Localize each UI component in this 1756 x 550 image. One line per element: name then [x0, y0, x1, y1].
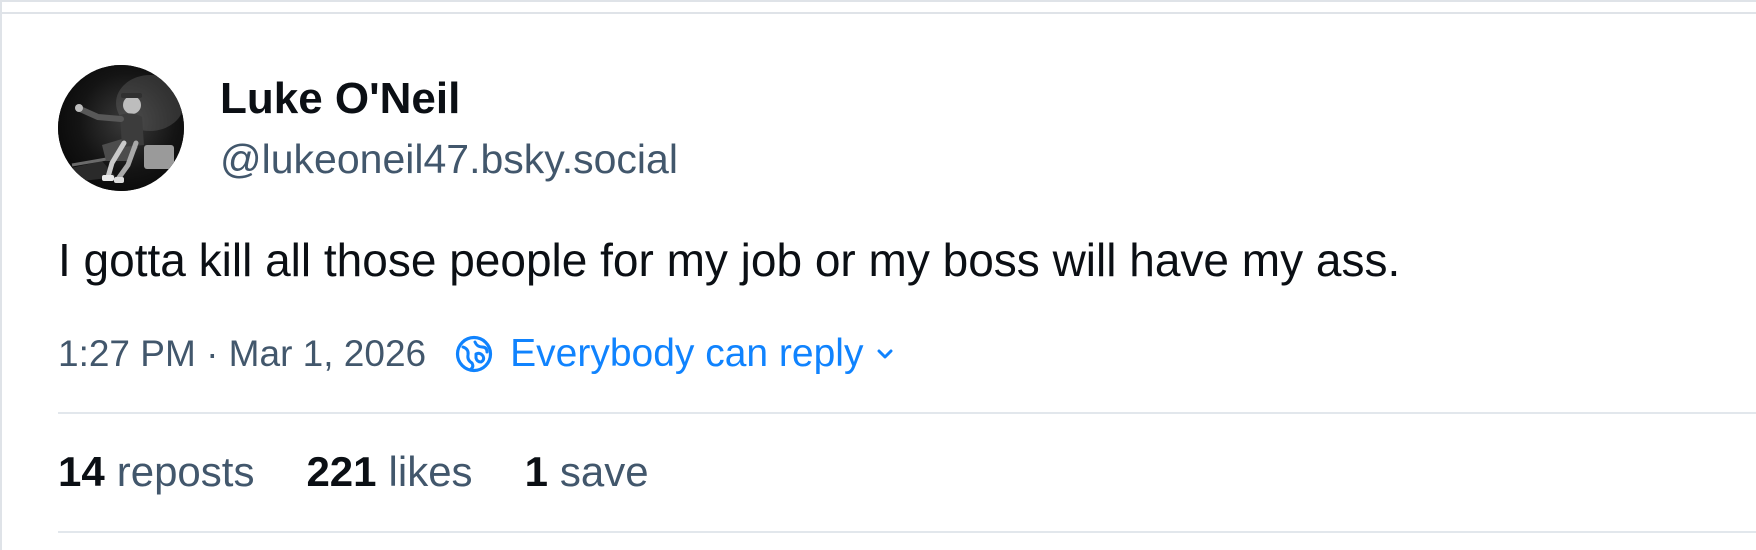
saves-stat[interactable]: 1 save — [525, 444, 649, 500]
post-stats-row: 14 reposts 221 likes 1 save — [58, 443, 701, 501]
likes-stat[interactable]: 221 likes — [306, 444, 472, 500]
post-thread-item: Luke O'Neil @lukeoneil47.bsky.social I g… — [0, 0, 1756, 550]
chevron-down-icon — [873, 342, 897, 366]
likes-label: likes — [388, 448, 473, 495]
post-meta-row: 1:27 PM · Mar 1, 2026 Everybody can repl… — [58, 326, 897, 382]
saves-label: save — [559, 448, 649, 495]
globe-icon — [454, 334, 494, 374]
stats-bottom-divider — [58, 531, 1756, 533]
reply-setting-button[interactable]: Everybody can reply — [454, 326, 897, 382]
avatar[interactable] — [58, 65, 184, 191]
author-display-name[interactable]: Luke O'Neil — [220, 72, 460, 126]
top-divider — [2, 12, 1756, 14]
likes-count: 221 — [306, 448, 377, 495]
reposts-stat[interactable]: 14 reposts — [58, 444, 254, 500]
reposts-label: reposts — [116, 448, 255, 495]
post-timestamp[interactable]: 1:27 PM · Mar 1, 2026 — [58, 326, 426, 382]
reposts-count: 14 — [58, 448, 105, 495]
saves-count: 1 — [524, 448, 548, 495]
reply-setting-label: Everybody can reply — [510, 332, 864, 375]
stats-top-divider — [58, 412, 1756, 414]
author-handle[interactable]: @lukeoneil47.bsky.social — [220, 133, 678, 185]
post-text: I gotta kill all those people for my job… — [58, 234, 1401, 286]
